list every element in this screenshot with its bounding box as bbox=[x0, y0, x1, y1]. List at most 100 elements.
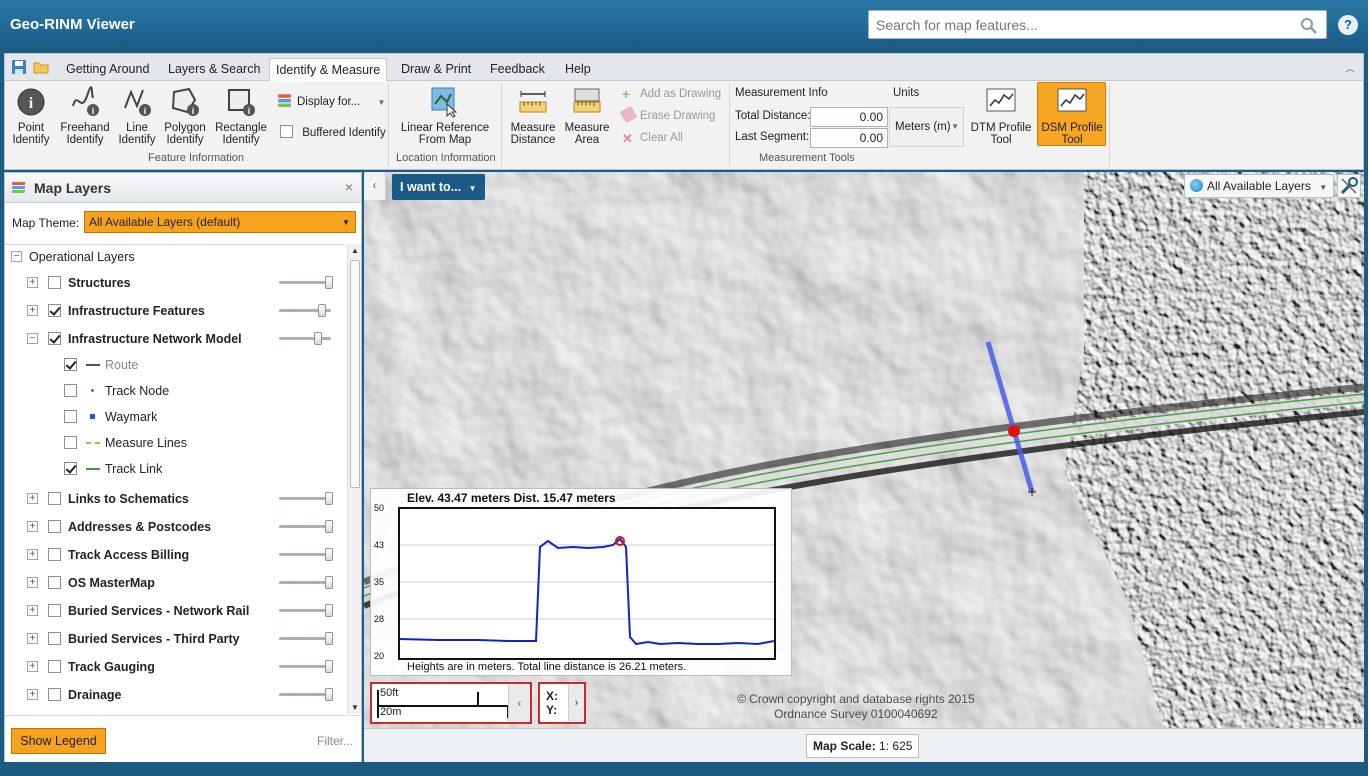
units-select[interactable]: Meters (m) ▼ bbox=[889, 107, 964, 147]
layer-checkbox[interactable] bbox=[48, 688, 61, 701]
layer-checkbox[interactable] bbox=[48, 576, 61, 589]
available-layers-dropdown[interactable]: All Available Layers ▼ bbox=[1184, 174, 1335, 198]
collapse-ribbon-icon[interactable]: ︿ bbox=[1345, 60, 1355, 75]
opacity-slider[interactable] bbox=[279, 688, 333, 701]
search-box[interactable] bbox=[868, 10, 1327, 39]
i-want-to-menu[interactable]: I want to... ▼ bbox=[392, 174, 485, 200]
layer-checkbox[interactable] bbox=[48, 492, 61, 505]
dsm-profile-button[interactable]: DSM Profile Tool bbox=[1038, 86, 1106, 146]
sublayer-row: Track Link bbox=[5, 457, 345, 483]
expand-icon[interactable]: + bbox=[27, 661, 38, 672]
opacity-slider[interactable] bbox=[279, 492, 333, 505]
scroll-thumb[interactable] bbox=[350, 260, 360, 488]
opacity-slider[interactable] bbox=[279, 304, 331, 317]
expand-icon[interactable]: + bbox=[27, 521, 38, 532]
slider-knob[interactable] bbox=[325, 604, 333, 617]
layer-checkbox[interactable] bbox=[48, 520, 61, 533]
slider-knob[interactable] bbox=[325, 576, 333, 589]
opacity-slider[interactable] bbox=[279, 520, 333, 533]
layer-checkbox[interactable] bbox=[48, 632, 61, 645]
show-legend-button[interactable]: Show Legend bbox=[11, 728, 106, 754]
expand-icon[interactable]: + bbox=[27, 605, 38, 616]
point-identify-button[interactable]: i Point Identify bbox=[9, 86, 53, 146]
slider-knob[interactable] bbox=[325, 276, 333, 289]
help-icon[interactable]: ? bbox=[1338, 15, 1358, 35]
expand-icon[interactable]: + bbox=[27, 633, 38, 644]
tools-icon[interactable] bbox=[1337, 174, 1361, 198]
add-as-drawing-button[interactable]: + Add as Drawing bbox=[622, 86, 721, 102]
expand-icon[interactable]: + bbox=[27, 577, 38, 588]
tab-getting-around[interactable]: Getting Around bbox=[60, 58, 155, 81]
close-icon[interactable]: × bbox=[345, 179, 353, 195]
measure-distance-button[interactable]: Measure Distance bbox=[507, 86, 559, 146]
expand-icon[interactable]: + bbox=[27, 493, 38, 504]
chevron-left-icon[interactable]: ‹ bbox=[508, 684, 530, 722]
opacity-slider[interactable] bbox=[279, 332, 331, 345]
slider-knob[interactable] bbox=[325, 520, 333, 533]
chevron-right-icon[interactable]: › bbox=[568, 684, 584, 722]
freehand-identify-button[interactable]: i Freehand Identify bbox=[57, 86, 113, 146]
map-view[interactable]: ‹ I want to... ▼ All Available Layers ▼ … bbox=[364, 172, 1364, 728]
display-for-dropdown[interactable]: Display for... ▼ bbox=[277, 92, 385, 108]
measure-area-button[interactable]: Measure Area bbox=[561, 86, 613, 146]
opacity-slider[interactable] bbox=[279, 276, 333, 289]
sublayer-checkbox[interactable] bbox=[64, 410, 77, 423]
rectangle-identify-button[interactable]: i Rectangle Identify bbox=[213, 86, 269, 146]
dtm-profile-button[interactable]: DTM Profile Tool bbox=[967, 86, 1035, 146]
slider-knob[interactable] bbox=[318, 304, 326, 317]
tab-layers-search[interactable]: Layers & Search bbox=[162, 58, 266, 81]
opacity-slider[interactable] bbox=[279, 660, 333, 673]
layer-tree-scrollbar[interactable]: ▲ ▼ bbox=[347, 244, 361, 714]
filter-link[interactable]: Filter... bbox=[317, 734, 353, 748]
scroll-up-icon[interactable]: ▲ bbox=[351, 246, 359, 255]
collapse-icon[interactable]: − bbox=[27, 333, 38, 344]
tab-help[interactable]: Help bbox=[559, 58, 597, 81]
layer-checkbox[interactable] bbox=[48, 660, 61, 673]
map-theme-select[interactable]: All Available Layers (default) ▼ bbox=[84, 211, 356, 233]
sublayer-checkbox[interactable] bbox=[64, 384, 77, 397]
layer-checkbox[interactable] bbox=[48, 304, 61, 317]
opacity-slider[interactable] bbox=[279, 632, 333, 645]
slider-knob[interactable] bbox=[325, 632, 333, 645]
expand-icon[interactable]: + bbox=[27, 549, 38, 560]
slider-knob[interactable] bbox=[325, 492, 333, 505]
scroll-down-icon[interactable]: ▼ bbox=[351, 703, 359, 712]
opacity-slider[interactable] bbox=[279, 604, 333, 617]
collapse-icon[interactable]: − bbox=[11, 251, 22, 262]
expand-icon[interactable]: + bbox=[27, 305, 38, 316]
tab-identify-measure[interactable]: Identify & Measure bbox=[269, 58, 388, 82]
sublayer-checkbox[interactable] bbox=[64, 358, 77, 371]
map-scale-box[interactable]: Map Scale: 1: 625 bbox=[806, 734, 920, 758]
erase-drawing-button[interactable]: Erase Drawing bbox=[619, 105, 715, 124]
search-input[interactable] bbox=[869, 11, 1289, 38]
last-segment-field[interactable]: 0.00 bbox=[810, 128, 888, 148]
buffered-identify-checkbox[interactable] bbox=[280, 125, 293, 138]
expand-icon[interactable]: + bbox=[27, 689, 38, 700]
total-distance-field[interactable]: 0.00 bbox=[810, 107, 888, 127]
layer-checkbox[interactable] bbox=[48, 332, 61, 345]
linear-reference-button[interactable]: Linear Reference From Map bbox=[397, 86, 493, 146]
line-identify-button[interactable]: i Line Identify bbox=[115, 86, 159, 146]
sublayer-checkbox[interactable] bbox=[64, 462, 77, 475]
expand-icon[interactable]: + bbox=[27, 277, 38, 288]
save-icon[interactable] bbox=[11, 59, 27, 75]
layer-checkbox[interactable] bbox=[48, 548, 61, 561]
tab-draw-print[interactable]: Draw & Print bbox=[395, 58, 477, 81]
open-folder-icon[interactable] bbox=[33, 59, 49, 75]
polygon-identify-button[interactable]: i Polygon Identify bbox=[163, 86, 207, 146]
opacity-slider[interactable] bbox=[279, 576, 333, 589]
collapse-panel-icon[interactable]: ‹ bbox=[364, 172, 386, 200]
slider-knob[interactable] bbox=[325, 660, 333, 673]
search-icon[interactable] bbox=[1300, 17, 1318, 35]
layer-checkbox[interactable] bbox=[48, 276, 61, 289]
clear-all-button[interactable]: ✕ Clear All bbox=[622, 130, 683, 146]
opacity-slider[interactable] bbox=[279, 548, 333, 561]
expand-icon[interactable]: ⤡ bbox=[1352, 711, 1362, 726]
layer-checkbox[interactable] bbox=[48, 604, 61, 617]
tab-feedback[interactable]: Feedback bbox=[484, 58, 551, 81]
sublayer-checkbox[interactable] bbox=[64, 436, 77, 449]
slider-knob[interactable] bbox=[325, 548, 333, 561]
slider-knob[interactable] bbox=[314, 332, 322, 345]
buffered-identify-toggle[interactable]: Buffered Identify bbox=[280, 125, 386, 141]
slider-knob[interactable] bbox=[325, 688, 333, 701]
